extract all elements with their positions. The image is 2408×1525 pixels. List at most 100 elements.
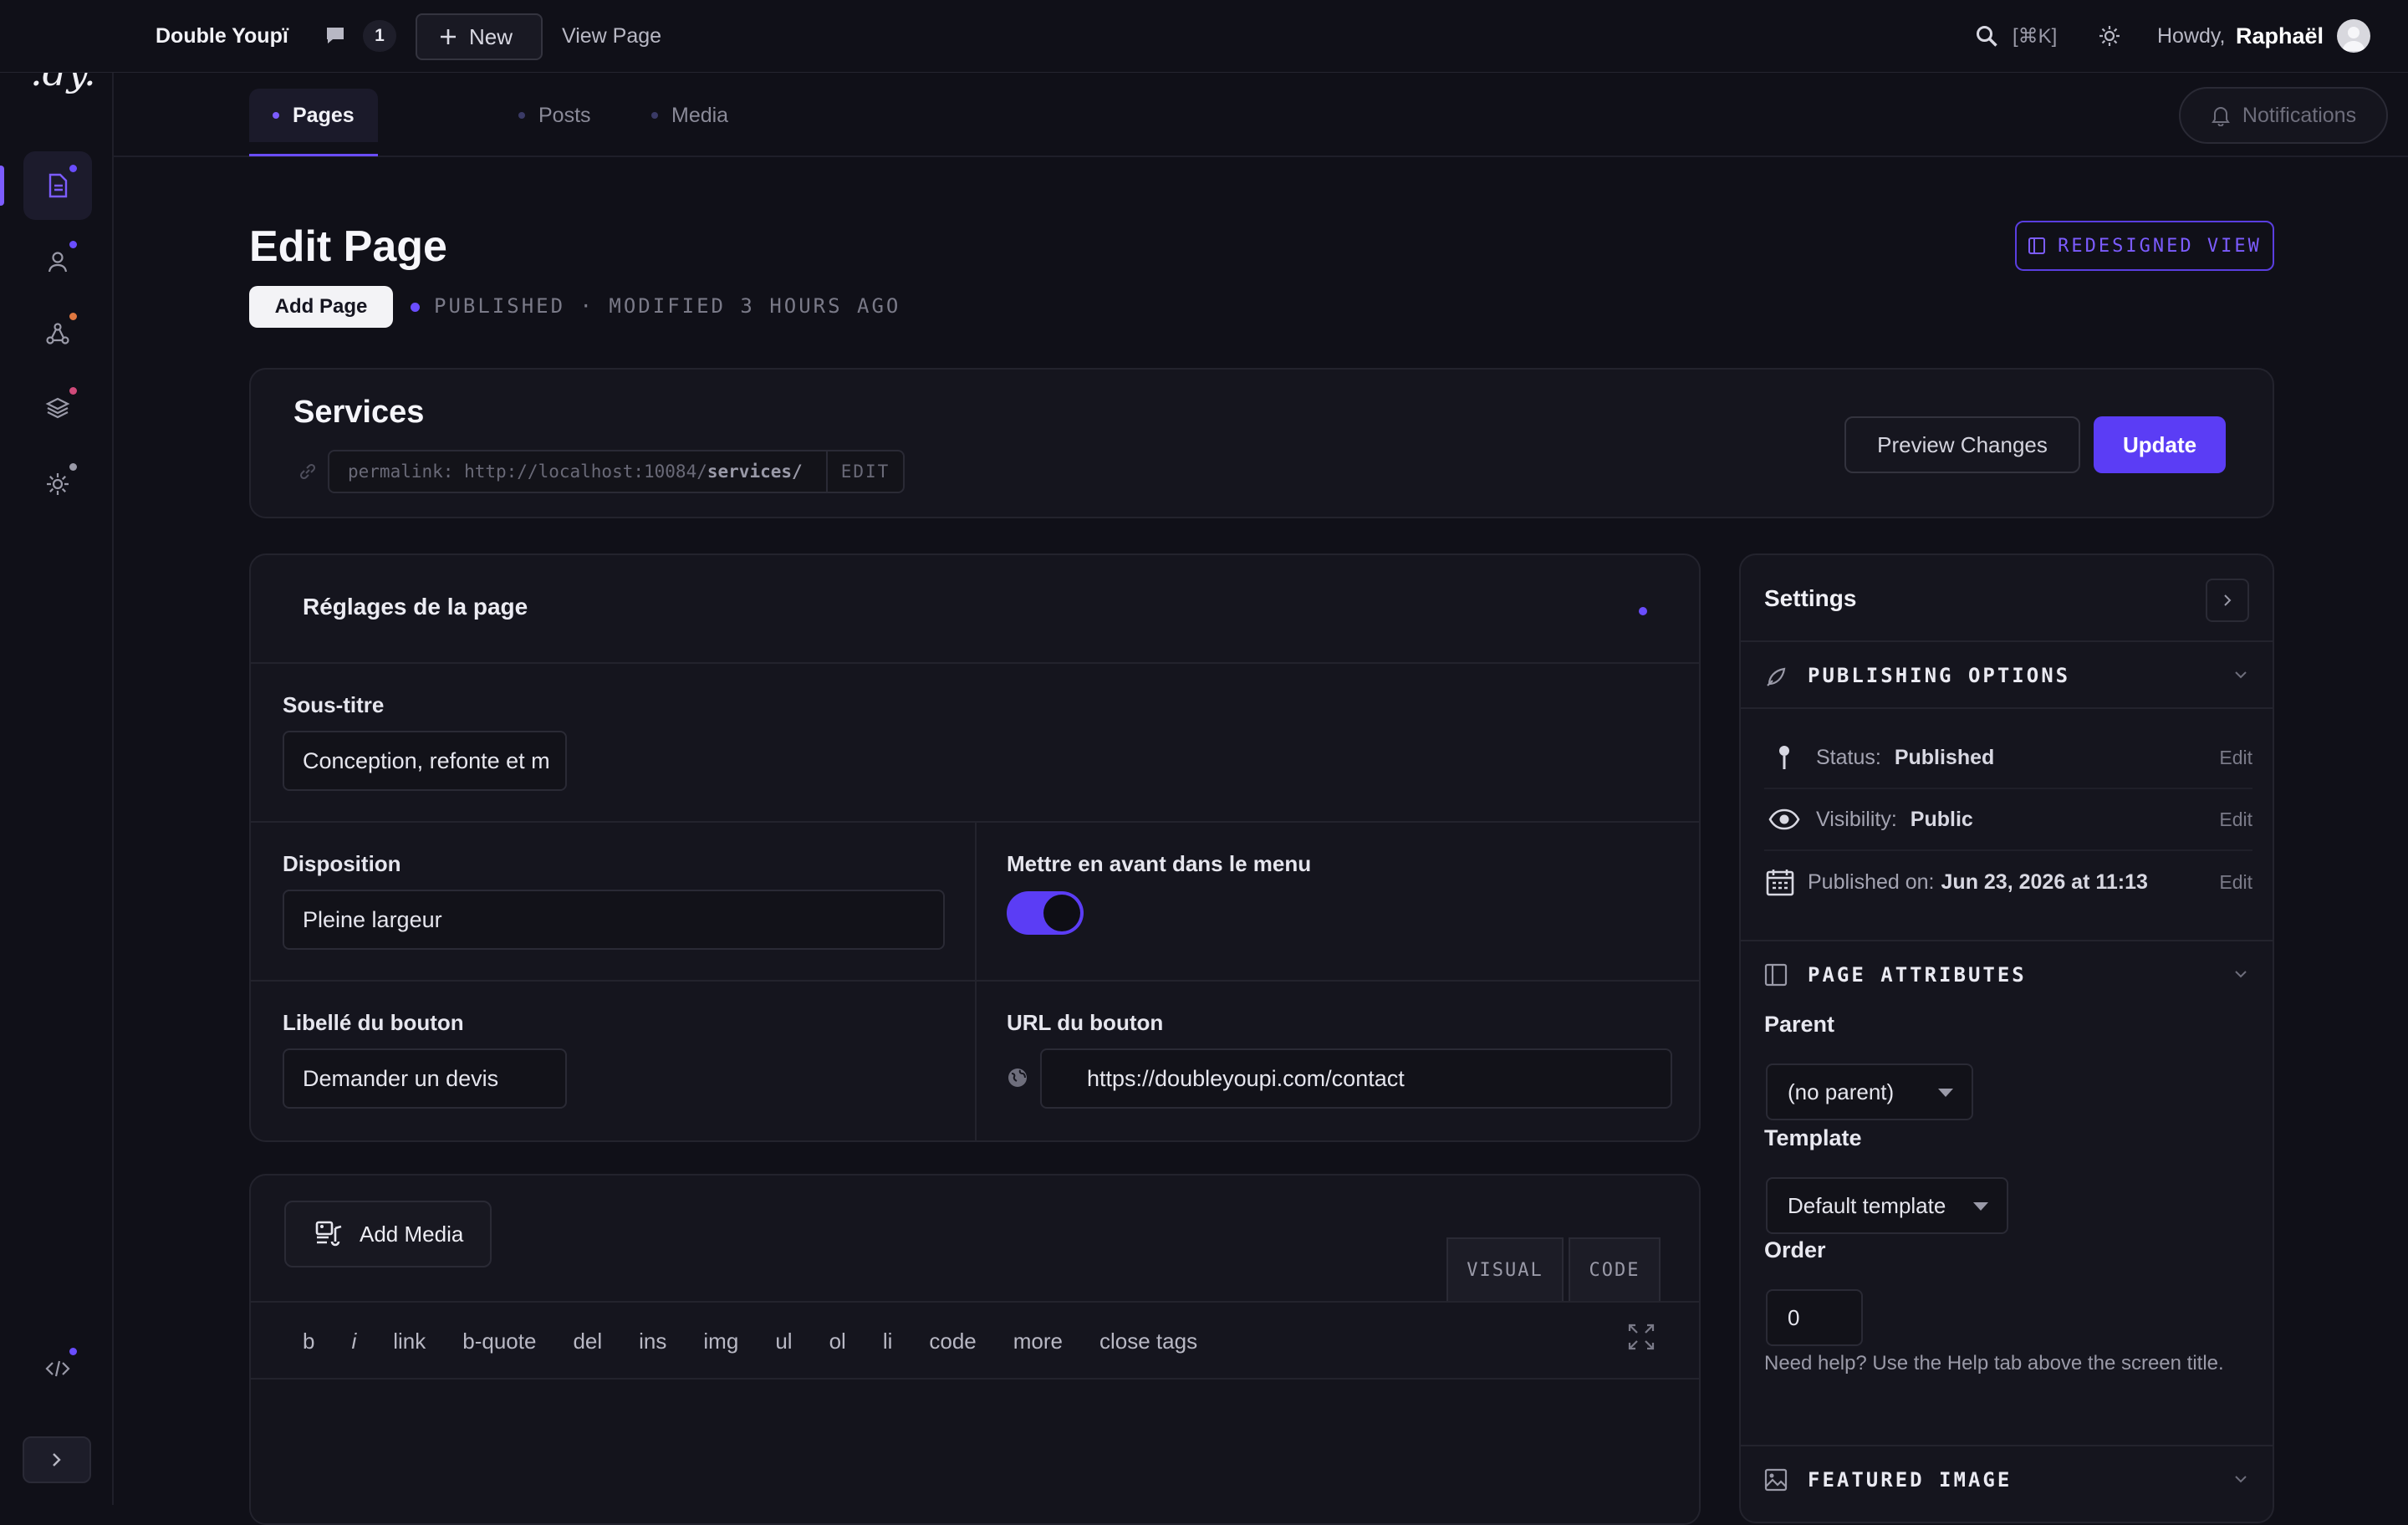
- sidebar-notification-dot: [69, 463, 77, 471]
- howdy-greeting: Howdy,: [2157, 24, 2226, 48]
- permalink-slug: services/: [707, 462, 803, 482]
- avatar[interactable]: [2337, 19, 2370, 53]
- network-icon: [46, 322, 69, 345]
- new-content-button[interactable]: New: [416, 13, 543, 60]
- subtitle-label: Sous-titre: [283, 692, 385, 717]
- tab-dot: [273, 112, 279, 119]
- globe-icon: [1007, 1067, 1028, 1089]
- status-value: Published: [1894, 745, 1995, 769]
- redesigned-view-button[interactable]: REDESIGNED VIEW: [2015, 221, 2274, 271]
- sidebar-item-layers[interactable]: [23, 374, 92, 442]
- quicktag-ul[interactable]: ul: [757, 1329, 810, 1354]
- post-title-input[interactable]: Services: [293, 395, 424, 431]
- permalink-url[interactable]: permalink: http://localhost:10084/servic…: [329, 462, 826, 482]
- settings-panel: Settings PUBLISHING OPTIONS Status: Publ…: [1739, 553, 2274, 1523]
- sidebar-expand-button[interactable]: [23, 1436, 91, 1483]
- help-text: Need help? Use the Help tab above the sc…: [1764, 1352, 2224, 1375]
- quicktag-ins[interactable]: ins: [620, 1329, 685, 1354]
- status-edit-link[interactable]: Edit: [2219, 747, 2252, 769]
- featured-menu-toggle[interactable]: [1007, 891, 1084, 935]
- visibility-edit-link[interactable]: Edit: [2219, 808, 2252, 831]
- permalink-prefix: permalink: http://localhost:10084/: [348, 462, 707, 482]
- view-page-link[interactable]: View Page: [562, 0, 661, 73]
- template-select[interactable]: Default template: [1766, 1177, 2008, 1234]
- settings-collapse-button[interactable]: [2206, 579, 2249, 622]
- fullscreen-icon[interactable]: [1627, 1323, 1656, 1351]
- image-icon: [1764, 1468, 1788, 1492]
- toggle-knob: [1043, 895, 1080, 931]
- quicktag-ol[interactable]: ol: [811, 1329, 865, 1354]
- tab-media[interactable]: Media: [628, 89, 752, 142]
- quicktag-li[interactable]: li: [865, 1329, 911, 1354]
- permalink-box: permalink: http://localhost:10084/servic…: [328, 450, 905, 493]
- sidebar-item-pages[interactable]: [23, 151, 92, 220]
- quicktag-img[interactable]: img: [685, 1329, 757, 1354]
- notifications-button[interactable]: Notifications: [2179, 87, 2388, 144]
- sidebar-notification-dot: [69, 241, 77, 248]
- parent-select[interactable]: (no parent): [1766, 1063, 1973, 1120]
- preview-changes-button[interactable]: Preview Changes: [1844, 416, 2080, 473]
- add-media-button[interactable]: Add Media: [284, 1201, 492, 1267]
- publishing-options-title: PUBLISHING OPTIONS: [1808, 664, 2071, 687]
- rocket-icon: [1764, 664, 1789, 689]
- add-page-button[interactable]: Add Page: [249, 286, 393, 328]
- tab-visual[interactable]: VISUAL: [1446, 1237, 1564, 1301]
- sidebar-item-settings[interactable]: [23, 450, 92, 518]
- calendar-icon: [1764, 868, 1796, 896]
- settings-title: Settings: [1764, 585, 1857, 611]
- sidebar-item-plugins[interactable]: [23, 299, 92, 368]
- user-name[interactable]: Raphaël: [2236, 0, 2324, 73]
- comment-icon[interactable]: [324, 25, 346, 47]
- search-shortcut-hint[interactable]: [⌘K]: [2013, 0, 2057, 73]
- tab-posts[interactable]: Posts: [495, 89, 615, 142]
- featured-image-header[interactable]: FEATURED IMAGE: [1741, 1445, 2273, 1512]
- button-url-input[interactable]: https://doubleyoupi.com/contact: [1040, 1048, 1672, 1109]
- sidebar-notification-dot: [69, 313, 77, 320]
- content-textarea[interactable]: [251, 1378, 1699, 1523]
- layout-label: Disposition: [283, 851, 401, 876]
- button-label-input[interactable]: Demander un devis: [283, 1048, 567, 1109]
- comment-count-badge[interactable]: 1: [363, 20, 396, 52]
- tab-code[interactable]: CODE: [1569, 1237, 1661, 1301]
- quicktag-close-tags[interactable]: close tags: [1081, 1329, 1216, 1354]
- page-settings-header[interactable]: Réglages de la page: [251, 555, 1699, 664]
- add-media-label: Add Media: [360, 1221, 464, 1247]
- quicktag-italic[interactable]: i: [333, 1329, 375, 1354]
- pin-icon: [1764, 744, 1804, 771]
- caret-down-icon: [1938, 1089, 1953, 1097]
- code-icon: [45, 1359, 70, 1379]
- sidebar-item-code[interactable]: [23, 1334, 92, 1403]
- subtitle-input[interactable]: Conception, refonte et m: [283, 731, 567, 791]
- tab-pages[interactable]: Pages: [249, 89, 378, 142]
- permalink-edit-button[interactable]: EDIT: [826, 451, 903, 492]
- page-settings-card: Réglages de la page Sous-titre Conceptio…: [249, 553, 1701, 1142]
- published-edit-link[interactable]: Edit: [2219, 871, 2252, 894]
- quicktag-bold[interactable]: b: [284, 1329, 333, 1354]
- quicktag-link[interactable]: link: [375, 1329, 444, 1354]
- button-row: Libellé du bouton Demander un devis URL …: [251, 982, 1699, 1140]
- visibility-value: Public: [1910, 807, 1973, 831]
- search-icon[interactable]: [1975, 24, 1998, 48]
- sidebar-notification-dot: [69, 387, 77, 395]
- sidebar-item-users[interactable]: [23, 227, 92, 296]
- layout-select[interactable]: Pleine largeur: [283, 890, 945, 950]
- quicktag-code[interactable]: code: [911, 1329, 994, 1354]
- site-name-link[interactable]: Double Youpï: [156, 0, 288, 73]
- column-divider: [975, 982, 977, 1140]
- publishing-options-header[interactable]: PUBLISHING OPTIONS: [1741, 642, 2273, 709]
- redesigned-view-label: REDESIGNED VIEW: [2058, 235, 2262, 257]
- order-input[interactable]: 0: [1766, 1289, 1863, 1346]
- media-icon: [314, 1220, 344, 1248]
- quicktag-blockquote[interactable]: b-quote: [444, 1329, 554, 1354]
- caret-down-icon: [1973, 1202, 1988, 1211]
- admin-bar: Double Youpï 1 New View Page [⌘K] Howdy,…: [0, 0, 2408, 73]
- page-attributes-header[interactable]: PAGE ATTRIBUTES: [1741, 940, 2273, 1007]
- content-subnav: Pages Posts Media Notifications: [114, 74, 2408, 157]
- quicktag-more[interactable]: more: [995, 1329, 1081, 1354]
- update-button[interactable]: Update: [2094, 416, 2226, 473]
- layout-icon: [2028, 237, 2046, 255]
- theme-toggle-icon[interactable]: [2098, 24, 2121, 48]
- chevron-down-icon: [2234, 671, 2247, 679]
- page-attributes-title: PAGE ATTRIBUTES: [1808, 963, 2027, 987]
- quicktag-del[interactable]: del: [554, 1329, 620, 1354]
